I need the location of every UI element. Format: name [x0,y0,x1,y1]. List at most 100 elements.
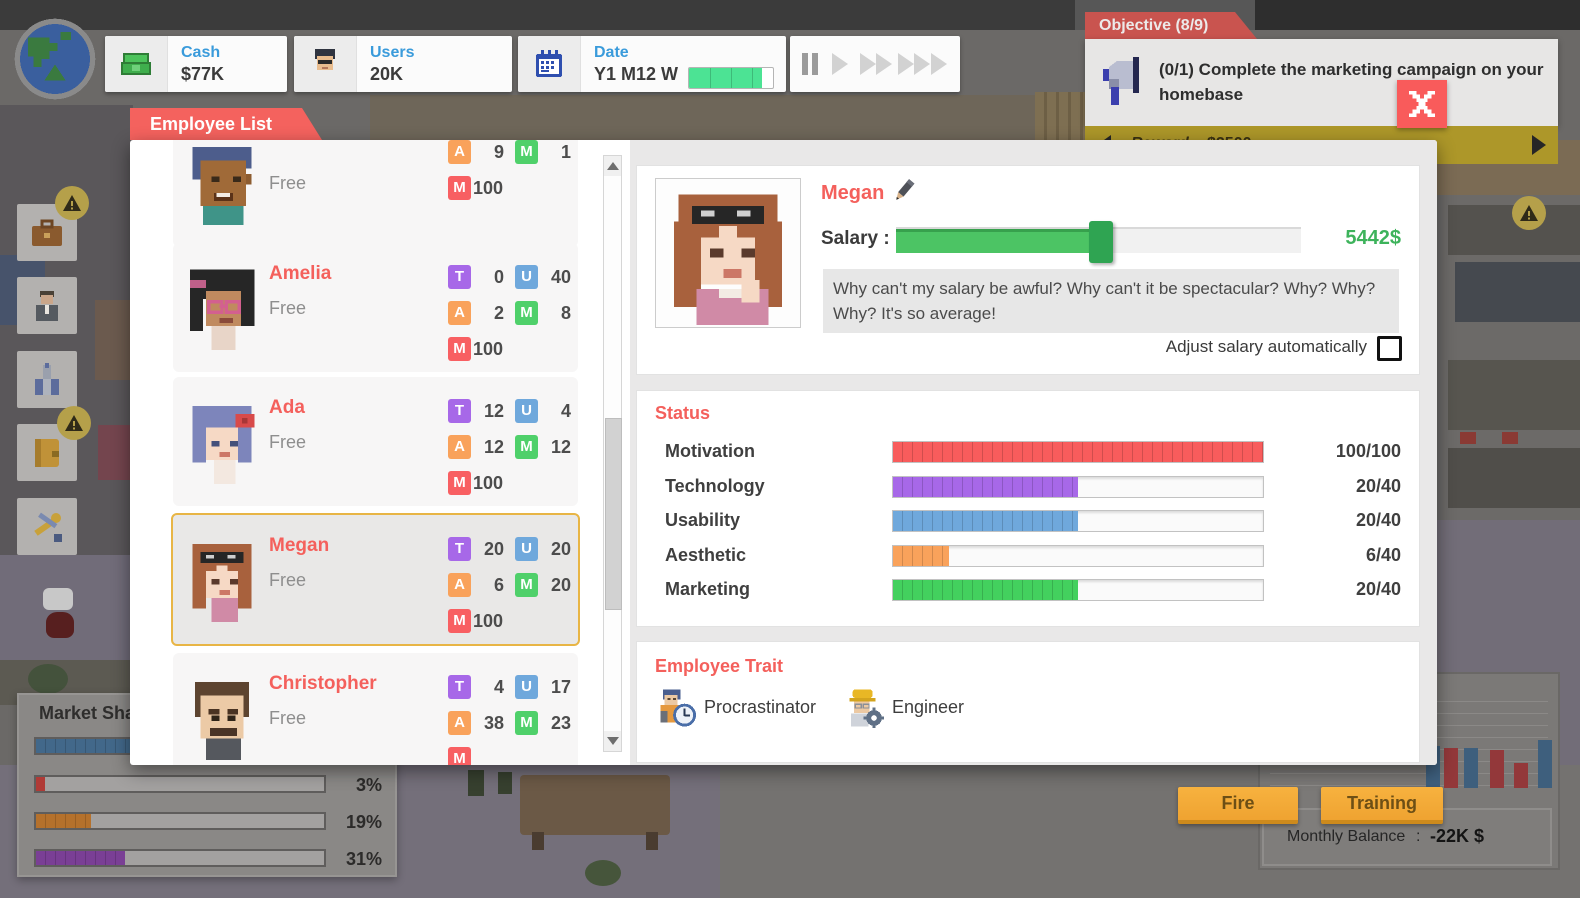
monthly-balance-label: Monthly Balance [1287,828,1405,846]
employee-card[interactable]: Ada Free T 12 U 4 A 12 M 12 M 100 [173,377,578,506]
employee-avatar [179,140,265,226]
employee-name: Ada [269,397,305,419]
aesthetic-badge: A [448,435,471,459]
motivation-value: 100 [473,337,517,361]
cash-label: Cash [181,43,224,62]
usability-badge: U [515,399,538,423]
cash-icon [105,36,168,92]
edit-name-icon[interactable] [889,176,917,206]
bg-pot2 [498,772,512,794]
aesthetic-badge: A [448,140,471,164]
employee-card[interactable]: Free A 9 M 1 M 100 [173,140,578,247]
status-bar-technology [892,476,1264,498]
sidebar-item-staff[interactable] [17,277,77,334]
chart-bar [1464,748,1478,788]
megaphone-icon [1101,53,1147,109]
usability-value: 20 [541,537,571,561]
adjust-salary-checkbox[interactable] [1377,336,1402,361]
motivation-badge: M [448,471,471,495]
training-button[interactable]: Training [1321,787,1443,824]
market-share-value: 19% [319,812,382,833]
employee-card[interactable]: Christopher Free T 4 U 17 A 38 M 23 M [173,653,578,765]
employee-name: Amelia [269,263,331,285]
engineer-icon [844,688,884,728]
marketing-value: 8 [541,301,571,325]
close-icon[interactable] [1397,80,1447,128]
play-button[interactable] [832,53,848,80]
aesthetic-value: 9 [474,140,504,164]
status-bar-usability [892,510,1264,532]
scroll-down-button[interactable] [604,731,621,751]
aesthetic-badge: A [448,301,471,325]
aesthetic-badge: A [448,573,471,597]
employee-status: Free [269,708,306,729]
marketing-value: 20 [541,573,571,597]
bg-chair2 [1502,432,1518,444]
status-row-label: Usability [665,510,740,531]
marketing-badge: M [515,301,538,325]
date-widget[interactable]: Date Y1 M12 W [518,36,786,92]
employee-status: Free [269,173,306,194]
fastest-forward-button[interactable] [898,53,947,80]
users-widget[interactable]: Users 20K [294,36,512,92]
cash-value: $77K [181,62,224,86]
date-value: Y1 M12 W [594,62,678,86]
users-icon [294,36,357,92]
market-share-value: 31% [319,849,382,870]
monthly-balance-value: -22K $ [1430,826,1484,847]
chart-bar [1444,748,1458,788]
status-row-label: Motivation [665,441,755,462]
globe-icon[interactable] [12,16,98,102]
marketing-value: 12 [541,435,571,459]
bg-pot1 [468,770,484,796]
bg-wood-floor [370,95,1070,140]
bg-screens [1455,262,1580,322]
chart-bar [1538,740,1552,788]
status-title: Status [655,403,710,424]
salary-value: 5442$ [1237,227,1401,250]
market-share-bar [34,849,326,867]
cash-widget[interactable]: Cash $77K [105,36,287,92]
game-screen: Market Share 3% 19% 31% Monthly Balance … [0,0,1580,898]
salary-slider-handle[interactable] [1089,221,1113,263]
objective-text: (0/1) Complete the marketing campaign on… [1159,57,1549,107]
pause-button[interactable] [802,53,820,75]
trait-card: Employee Trait Procrastinator [636,641,1420,763]
status-row-value: 20/40 [1261,510,1401,531]
usability-badge: U [515,537,538,561]
employee-avatar [179,397,265,485]
monthly-balance-separator: : [1416,828,1420,846]
bg-bush1 [28,664,68,694]
chart-bar [1514,763,1528,788]
warning-icon [55,186,89,220]
technology-value: 0 [474,265,504,289]
scrollbar-thumb[interactable] [605,418,622,610]
bg-table [520,775,670,835]
fast-forward-button[interactable] [860,53,892,80]
technology-badge: T [448,537,471,561]
sidebar-item-building[interactable] [17,351,77,408]
fire-button[interactable]: Fire [1178,787,1298,824]
motivation-value: 100 [473,471,517,495]
bg-bookshelf [98,425,132,480]
employee-status: Free [269,432,306,453]
date-icon [518,36,581,92]
status-row-value: 100/100 [1261,441,1401,462]
week-progress-bar [688,67,774,89]
trait-label: Procrastinator [704,697,816,718]
employee-card[interactable]: Amelia Free T 0 U 40 A 2 M 8 M 100 [173,243,578,372]
employee-avatar [179,535,265,623]
motivation-badge: M [448,176,471,200]
employee-card-selected[interactable]: Megan Free T 20 U 20 A 6 M 20 M 100 [171,513,580,646]
scroll-up-button[interactable] [604,156,621,176]
employee-list-title: Employee List [130,108,322,140]
bg-bush2 [585,860,621,886]
status-row-value: 6/40 [1261,545,1401,566]
objective-panel: (0/1) Complete the marketing campaign on… [1085,39,1558,126]
next-objective-arrow[interactable] [1532,135,1546,155]
technology-badge: T [448,399,471,423]
sidebar-item-tools[interactable] [17,498,77,555]
usability-value: 4 [541,399,571,423]
salary-label: Salary : [821,228,890,250]
employee-list-scrollbar[interactable] [603,155,622,752]
